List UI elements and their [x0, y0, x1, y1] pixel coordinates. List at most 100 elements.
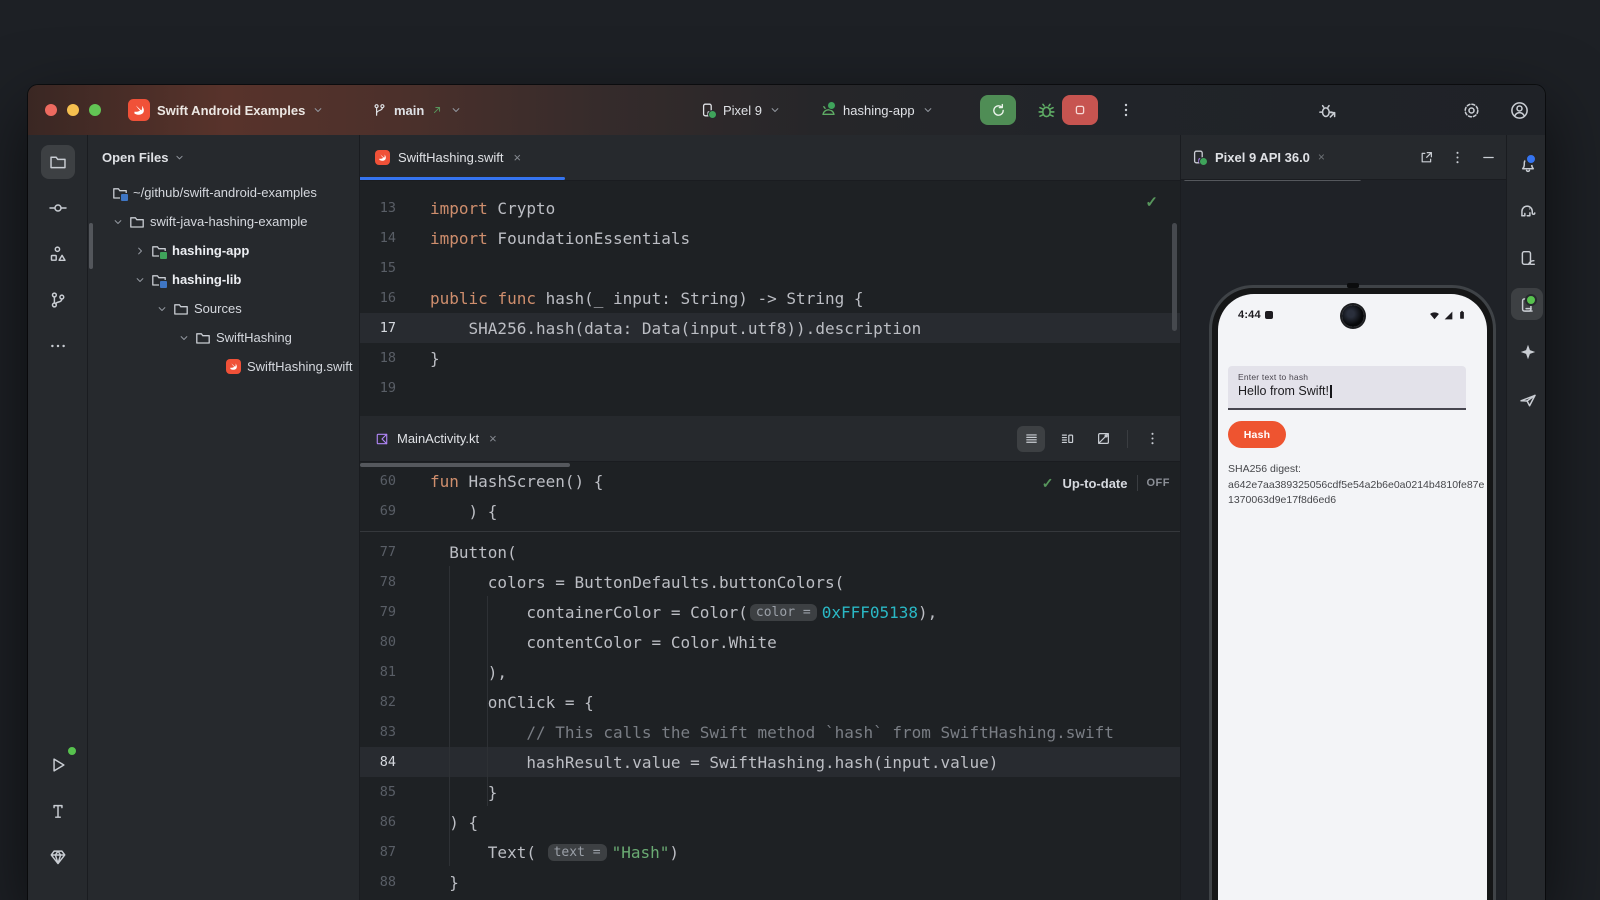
chevron-down-icon[interactable]	[178, 332, 190, 344]
design-view-button[interactable]	[1089, 426, 1117, 452]
code-line-87[interactable]: 87 Text( text ="Hash")	[360, 837, 1180, 867]
code-line-78[interactable]: 78 colors = ButtonDefaults.buttonColors(	[360, 567, 1180, 597]
tool-running-devices-button[interactable]	[1511, 288, 1543, 320]
line-number[interactable]: 81	[360, 664, 396, 680]
line-number[interactable]: 79	[360, 604, 396, 620]
tree-item[interactable]: swift-java-hashing-example	[88, 207, 359, 236]
chevron-down-icon[interactable]	[112, 216, 124, 228]
run-configuration-selector[interactable]: hashing-app	[820, 85, 934, 135]
tree-item[interactable]: SwiftHashing	[88, 323, 359, 352]
code-line-17[interactable]: 17 SHA256.hash(data: Data(input.utf8)).d…	[360, 313, 1180, 343]
swift-editor[interactable]: 13import Crypto14import FoundationEssent…	[360, 181, 1180, 416]
line-number[interactable]: 77	[360, 544, 396, 560]
profiler-icon[interactable]	[1318, 101, 1337, 120]
emulator-tab-close-icon[interactable]: ×	[1318, 150, 1325, 164]
code-line-14[interactable]: 14import FoundationEssentials	[360, 223, 1180, 253]
line-number[interactable]: 14	[360, 230, 396, 246]
code-view-button[interactable]	[1017, 426, 1045, 452]
project-panel-header[interactable]: Open Files	[88, 135, 359, 178]
build-run-icon[interactable]	[1174, 101, 1193, 120]
editor1-scrollbar[interactable]	[1172, 223, 1177, 331]
code-line-13[interactable]: 13import Crypto	[360, 193, 1180, 223]
line-number[interactable]: 82	[360, 694, 396, 710]
code-line-16[interactable]: 16public func hash(_ input: String) -> S…	[360, 283, 1180, 313]
tool-gemini-button[interactable]	[1511, 335, 1543, 367]
account-icon[interactable]	[1510, 101, 1529, 120]
tab-close-icon[interactable]: ×	[513, 150, 521, 165]
tool-commit-button[interactable]	[41, 191, 75, 225]
tool-app-insights-button[interactable]	[1511, 382, 1543, 414]
tab-close-icon[interactable]: ×	[489, 431, 497, 446]
tool-notifications-button[interactable]	[1511, 147, 1543, 179]
code-line-18[interactable]: 18}	[360, 343, 1180, 373]
minimize-window-button[interactable]	[67, 104, 79, 116]
code-line-15[interactable]: 15	[360, 253, 1180, 283]
line-number[interactable]: 13	[360, 200, 396, 216]
tool-dependencies-button[interactable]	[41, 840, 75, 874]
line-number[interactable]: 88	[360, 874, 396, 890]
split-view-button[interactable]	[1053, 426, 1081, 452]
editor2-hscrollbar[interactable]	[360, 463, 570, 467]
line-number[interactable]: 69	[360, 503, 396, 519]
panel-scrollbar[interactable]	[89, 223, 93, 269]
code-line-19[interactable]: 19	[360, 373, 1180, 403]
line-number[interactable]: 60	[360, 473, 396, 489]
open-in-window-icon[interactable]	[1419, 150, 1434, 165]
code-line-88[interactable]: 88 }	[360, 867, 1180, 897]
line-number[interactable]: 15	[360, 260, 396, 276]
ai-refactor-icon[interactable]	[1222, 101, 1241, 120]
code-line-80[interactable]: 80 contentColor = Color.White	[360, 627, 1180, 657]
line-number[interactable]: 86	[360, 814, 396, 830]
line-number[interactable]: 78	[360, 574, 396, 590]
chevron-down-icon[interactable]	[156, 303, 168, 315]
maximize-window-button[interactable]	[89, 104, 101, 116]
line-number[interactable]: 80	[360, 634, 396, 650]
run-more-button[interactable]	[1108, 95, 1144, 125]
chevron-right-icon[interactable]	[134, 245, 146, 257]
code-line-77[interactable]: 77 Button(	[360, 537, 1180, 567]
tool-gradle-button[interactable]	[1511, 194, 1543, 226]
code-line-69[interactable]: 69 ) {	[360, 496, 1180, 526]
stop-button[interactable]	[1062, 95, 1098, 125]
code-line-82[interactable]: 82 onClick = {	[360, 687, 1180, 717]
code-line-85[interactable]: 85 }	[360, 777, 1180, 807]
tree-item[interactable]: hashing-app	[88, 236, 359, 265]
chevron-down-icon[interactable]	[134, 274, 146, 286]
tree-item[interactable]: Sources	[88, 294, 359, 323]
tool-more-tools-button[interactable]	[41, 329, 75, 363]
todo-list-icon[interactable]	[1270, 101, 1289, 120]
code-line-86[interactable]: 86 ) {	[360, 807, 1180, 837]
device-selector[interactable]: Pixel 9	[700, 85, 781, 135]
emulator-more-icon[interactable]	[1450, 150, 1465, 165]
ai-assistant-icon[interactable]	[1366, 101, 1385, 120]
tree-item[interactable]: ~/github/swift-android-examples	[88, 178, 359, 207]
line-number[interactable]: 18	[360, 350, 396, 366]
phone-screen[interactable]: 4:44 Enter text to hash	[1218, 294, 1487, 900]
search-everywhere-icon[interactable]	[1414, 101, 1433, 120]
tool-device-manager-button[interactable]	[1511, 241, 1543, 273]
tree-item[interactable]: hashing-lib	[88, 265, 359, 294]
kotlin-editor[interactable]: 60fun HashScreen() {69 ) {77 Button(78 c…	[360, 462, 1180, 900]
tool-project-button[interactable]	[41, 145, 75, 179]
rerun-button[interactable]	[980, 95, 1016, 125]
project-widget[interactable]: Swift Android Examples	[128, 85, 324, 135]
tab-mainactivity[interactable]: MainActivity.kt ×	[360, 416, 509, 461]
tool-structure-button[interactable]	[41, 237, 75, 271]
live-edit-off-label[interactable]: OFF	[1147, 477, 1171, 489]
code-line-79[interactable]: 79 containerColor = Color(color =0xFFF05…	[360, 597, 1180, 627]
tool-build-button[interactable]	[41, 794, 75, 828]
line-number[interactable]: 16	[360, 290, 396, 306]
line-number[interactable]: 84	[360, 754, 396, 770]
hash-input-field[interactable]: Enter text to hash Hello from Swift!	[1228, 366, 1466, 410]
tool-pull-requests-button[interactable]	[41, 283, 75, 317]
tool-run-button[interactable]	[41, 748, 75, 782]
emulator-hscrollbar[interactable]	[1184, 180, 1361, 181]
code-line-81[interactable]: 81 ),	[360, 657, 1180, 687]
line-number[interactable]: 87	[360, 844, 396, 860]
hash-button[interactable]: Hash	[1228, 421, 1286, 448]
line-number[interactable]: 17	[360, 320, 396, 336]
line-number[interactable]: 85	[360, 784, 396, 800]
code-line-83[interactable]: 83 // This calls the Swift method `hash`…	[360, 717, 1180, 747]
tree-item[interactable]: SwiftHashing.swift	[88, 352, 359, 381]
debug-button[interactable]	[1028, 95, 1064, 125]
